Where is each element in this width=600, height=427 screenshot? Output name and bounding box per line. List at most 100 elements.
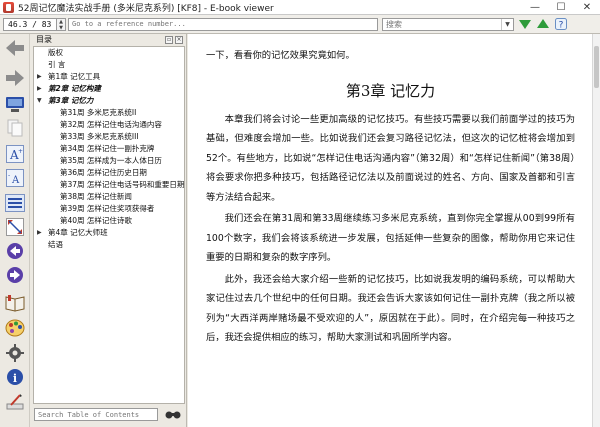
- print-button[interactable]: [4, 392, 26, 412]
- toc-item-week-31[interactable]: 第31周 多米尼克系统II: [34, 107, 184, 119]
- help-icon: ?: [555, 18, 567, 30]
- font-larger-button[interactable]: A +: [4, 144, 26, 164]
- expand-arrow-icon[interactable]: ▶: [37, 227, 42, 239]
- circle-arrow-right-icon: [7, 267, 23, 283]
- palette-icon: [5, 319, 25, 337]
- book-icon: [5, 295, 25, 312]
- theme-button[interactable]: [4, 318, 26, 338]
- toc-item-week-35[interactable]: 第35周 怎样成为一本人体日历: [34, 155, 184, 167]
- toc-header: 目录 ▫ ×: [31, 34, 186, 45]
- toc-item-label: 第34周 怎样记住一副扑克牌: [60, 144, 155, 153]
- position-field[interactable]: 46.3 / 83: [3, 17, 57, 31]
- toc-item-chapter-1[interactable]: ▶ 第1章 记忆工具: [34, 71, 184, 83]
- font-size-larger-icon: A +: [6, 145, 24, 163]
- list-lines-icon: [5, 194, 25, 212]
- paragraph: 本章我们将会讨论一些更加高级的记忆技巧。有些技巧需要以我们前面学过的技巧为基础，…: [206, 113, 575, 203]
- search-box[interactable]: ▼: [382, 17, 514, 31]
- minimize-button[interactable]: —: [522, 0, 548, 15]
- toc-search-box[interactable]: [34, 408, 158, 421]
- reference-box[interactable]: [68, 17, 378, 31]
- chapter-title: 第3章 记忆力: [345, 81, 436, 100]
- toc-item-label: 第32周 怎样记住电话沟通内容: [60, 120, 162, 129]
- toc-item-label: 第33周 多米尼克系统III: [60, 132, 139, 141]
- arrow-left-icon: [6, 40, 24, 56]
- toc-item-label: 第36周 怎样记住历史日期: [60, 168, 147, 177]
- toc-item-chapter-2[interactable]: ▶ 第2章 记忆构建: [34, 83, 184, 95]
- toc-close-icon[interactable]: ×: [175, 35, 183, 44]
- toc-item-week-34[interactable]: 第34周 怎样记住一副扑克牌: [34, 143, 184, 155]
- toc-item-label: 结语: [48, 240, 63, 249]
- help-button[interactable]: ?: [554, 17, 568, 31]
- collapse-arrow-icon[interactable]: ▼: [37, 95, 42, 107]
- search-dropdown-icon[interactable]: ▼: [501, 18, 513, 30]
- toc-item-label: 第4章 记忆大师班: [48, 228, 108, 237]
- paragraph: 我们还会在第31周和第33周继续练习多米尼克系统，直到你完全掌握从00到99所有…: [206, 213, 575, 263]
- find-previous-button[interactable]: [536, 17, 550, 31]
- window-controls: — ☐ ✕: [522, 0, 600, 15]
- next-page-button[interactable]: [4, 265, 26, 285]
- book-content: 一下，看看你的记忆效果究竟如何。 第3章 记忆力 本章我们将会讨论一些更加高级的…: [188, 34, 592, 427]
- maximize-button[interactable]: ☐: [548, 0, 574, 15]
- fullscreen-button[interactable]: [4, 217, 26, 237]
- toc-item-week-39[interactable]: 第39周 怎样记住奖项获得者: [34, 203, 184, 215]
- preferences-button[interactable]: [4, 343, 26, 363]
- toc-item-label: 第3章 记忆力: [48, 96, 94, 105]
- fullscreen-icon: [6, 218, 24, 236]
- circle-arrow-left-icon: [7, 243, 23, 259]
- svg-text:+: +: [18, 148, 23, 155]
- svg-text:-: -: [8, 172, 10, 179]
- svg-text:?: ?: [559, 21, 564, 31]
- back-button[interactable]: [4, 38, 26, 58]
- font-smaller-button[interactable]: A -: [4, 168, 26, 188]
- forward-button[interactable]: [4, 68, 26, 88]
- toc-item-week-36[interactable]: 第36周 怎样记住历史日期: [34, 167, 184, 179]
- reference-input[interactable]: [69, 18, 377, 30]
- toc-item-label: 引 言: [48, 60, 66, 69]
- toc-item-week-38[interactable]: 第38周 怎样记住新闻: [34, 191, 184, 203]
- gear-icon: [6, 344, 24, 362]
- previous-page-button[interactable]: [4, 241, 26, 261]
- bookmarks-button[interactable]: [4, 293, 26, 313]
- scrollbar-thumb[interactable]: [594, 46, 599, 88]
- intro-line: 一下，看看你的记忆效果究竟如何。: [206, 50, 355, 61]
- toc-toggle-button[interactable]: [4, 193, 26, 213]
- toc-item-label: 第39周 怎样记住奖项获得者: [60, 204, 155, 213]
- toc-item-label: 第35周 怎样成为一本人体日历: [60, 156, 162, 165]
- svg-text:A: A: [11, 175, 20, 186]
- window-title: 52周记忆魔法实战手册 (多米尼克系列) [KF8] - E-book view…: [18, 3, 274, 14]
- arrow-right-icon: [6, 70, 24, 86]
- vertical-scrollbar[interactable]: [592, 34, 600, 427]
- computer-screen-icon: [6, 97, 24, 112]
- copy-button[interactable]: [4, 118, 26, 138]
- toc-item-week-37[interactable]: 第37周 怎样记住电话号码和重要日期: [34, 179, 184, 191]
- expand-arrow-icon[interactable]: ▶: [37, 71, 42, 83]
- find-next-button[interactable]: [518, 17, 532, 31]
- top-toolbar: 46.3 / 83 ▲▼ ▼ ?: [0, 15, 600, 34]
- expand-arrow-icon[interactable]: ▶: [37, 83, 42, 95]
- search-input[interactable]: [383, 19, 495, 29]
- toc-item-chapter-4[interactable]: ▶ 第4章 记忆大师班: [34, 227, 184, 239]
- toc-item-conclusion[interactable]: 结语: [34, 239, 184, 251]
- toc-search-button[interactable]: [162, 407, 184, 421]
- toc-item-chapter-3[interactable]: ▼ 第3章 记忆力: [34, 95, 184, 107]
- close-button[interactable]: ✕: [574, 0, 600, 15]
- toc-item-copyright[interactable]: 版权: [34, 47, 184, 59]
- paragraph: 此外，我还会给大家介绍一些新的记忆技巧，比如说我发明的编码系统，可以帮助大家记住…: [206, 273, 575, 344]
- toc-item-label: 第40周 怎样记住诗歌: [60, 216, 132, 225]
- toc-tree: 版权 引 言 ▶ 第1章 记忆工具 ▶ 第2章 记忆构建 ▼ 第3章 记忆力 第31周…: [33, 46, 185, 404]
- toc-search-input[interactable]: [35, 410, 157, 419]
- position-spinner[interactable]: ▲ ▼: [57, 17, 66, 31]
- toc-item-week-33[interactable]: 第33周 多米尼克系统III: [34, 131, 184, 143]
- metadata-button[interactable]: i: [4, 367, 26, 387]
- triangle-down-icon: [519, 20, 531, 29]
- toc-item-label: 版权: [48, 48, 63, 57]
- info-icon: i: [7, 369, 23, 385]
- toc-item-week-40[interactable]: 第40周 怎样记住诗歌: [34, 215, 184, 227]
- toc-item-label: 第37周 怎样记住电话号码和重要日期: [60, 180, 185, 189]
- toc-item-week-32[interactable]: 第32周 怎样记住电话沟通内容: [34, 119, 184, 131]
- toc-item-introduction[interactable]: 引 言: [34, 59, 184, 71]
- app-book-icon: [3, 1, 14, 13]
- toc-undock-icon[interactable]: ▫: [165, 35, 173, 44]
- toc-header-title: 目录: [36, 35, 52, 44]
- library-button[interactable]: [4, 94, 26, 114]
